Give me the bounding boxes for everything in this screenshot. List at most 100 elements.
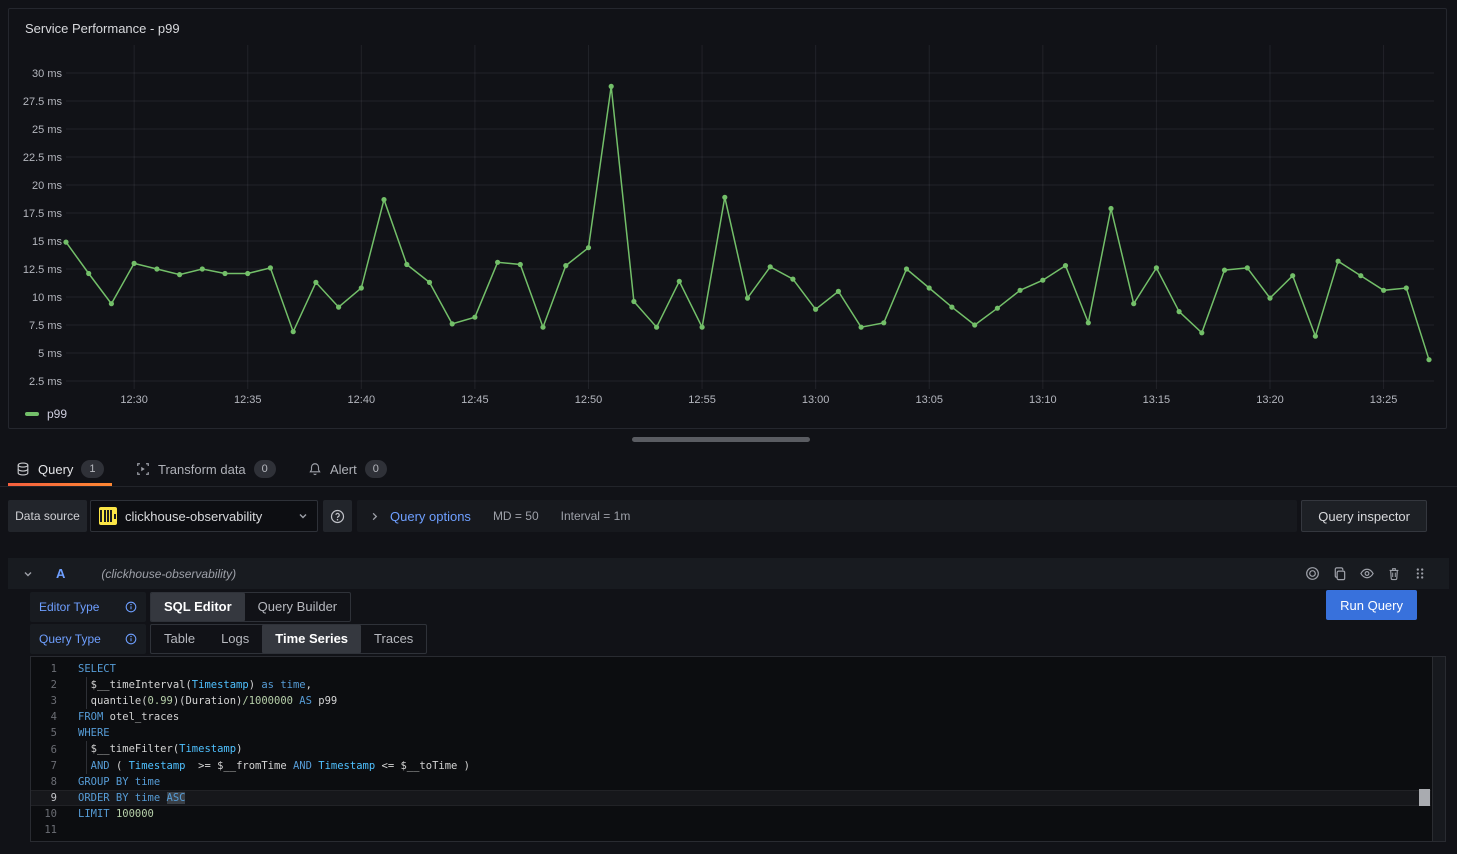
code-text: GROUP BY time — [78, 774, 1431, 790]
svg-text:5 ms: 5 ms — [38, 348, 62, 360]
line-number: 4 — [31, 711, 57, 723]
code-text: $__timeInterval(Timestamp) as time, — [78, 677, 1431, 693]
p99-series-points — [63, 84, 1431, 363]
tab-query[interactable]: Query 1 — [8, 452, 112, 486]
run-query-button[interactable]: Run Query — [1326, 590, 1417, 620]
line-number: 10 — [31, 808, 57, 820]
x-axis-labels: 12:3012:3512:4012:4512:5012:5513:0013:05… — [120, 394, 1397, 406]
code-text: SELECT — [78, 661, 1431, 677]
timeseries-chart[interactable]: 12:3012:3512:4012:4512:5012:5513:0013:05… — [9, 39, 1446, 417]
sql-editor-lines: 1 SELECT2 $__timeInterval(Timestamp) as t… — [31, 661, 1431, 838]
code-line-3[interactable]: 3 quantile(0.99)(Duration)/1000000 AS p9… — [31, 693, 1431, 709]
option-table[interactable]: Table — [151, 625, 208, 653]
drag-handle-icon[interactable] — [1413, 566, 1427, 581]
timeseries-panel: Service Performance - p99 12:3012:3512:4… — [8, 8, 1447, 429]
svg-text:2.5 ms: 2.5 ms — [29, 376, 63, 388]
editor-type-label: Editor Type — [30, 592, 146, 622]
info-circle-icon[interactable] — [125, 601, 137, 613]
code-line-10[interactable]: 10 LIMIT 100000 — [31, 806, 1431, 822]
code-line-6[interactable]: 6 $__timeFilter(Timestamp) — [31, 741, 1431, 757]
code-line-1[interactable]: 1 SELECT — [31, 661, 1431, 677]
info-circle-icon[interactable] — [125, 633, 137, 645]
code-line-7[interactable]: 7 AND ( Timestamp >= $__fromTime AND Tim… — [31, 758, 1431, 774]
option-query-builder[interactable]: Query Builder — [245, 593, 350, 621]
code-line-11[interactable]: 11 — [31, 822, 1431, 838]
clickhouse-logo-icon — [99, 507, 117, 525]
chart-gridlines — [66, 45, 1434, 389]
line-number: 6 — [31, 744, 57, 756]
line-number: 1 — [31, 663, 57, 675]
line-number: 11 — [31, 824, 57, 836]
svg-text:12.5 ms: 12.5 ms — [23, 264, 63, 276]
svg-text:12:45: 12:45 — [461, 394, 489, 406]
tab-alert[interactable]: Alert 0 — [300, 452, 395, 486]
code-text: WHERE — [78, 725, 1431, 741]
line-number: 5 — [31, 727, 57, 739]
query-type-label: Query Type — [30, 624, 146, 654]
query-datasource-hint: (clickhouse-observability) — [101, 567, 236, 581]
svg-text:12:55: 12:55 — [688, 394, 716, 406]
editor-type-radiogroup: SQL Editor Query Builder — [150, 592, 351, 622]
svg-text:13:20: 13:20 — [1256, 394, 1284, 406]
svg-text:12:35: 12:35 — [234, 394, 262, 406]
svg-text:13:05: 13:05 — [915, 394, 943, 406]
editor-scrollbar[interactable] — [1432, 657, 1445, 841]
svg-text:7.5 ms: 7.5 ms — [29, 320, 63, 332]
datasource-help-button[interactable] — [323, 500, 352, 532]
tab-count-badge: 1 — [81, 460, 103, 478]
code-line-8[interactable]: 8 GROUP BY time — [31, 774, 1431, 790]
code-line-9[interactable]: 9ORDER BY time ASC — [31, 790, 1431, 806]
code-text: LIMIT 100000 — [78, 806, 1431, 822]
active-tab-underline — [8, 483, 112, 486]
tab-transform-data[interactable]: Transform data 0 — [128, 452, 284, 486]
svg-text:13:00: 13:00 — [802, 394, 830, 406]
line-number: 3 — [31, 695, 57, 707]
panel-title: Service Performance - p99 — [25, 21, 180, 36]
legend-series-label[interactable]: p99 — [47, 407, 67, 421]
tab-count-badge: 0 — [365, 460, 387, 478]
tab-label: Transform data — [158, 462, 246, 477]
datasource-picker[interactable]: clickhouse-observability — [90, 500, 318, 532]
angle-right-icon — [369, 511, 380, 522]
horizontal-scrollbar[interactable] — [632, 437, 810, 442]
svg-text:12:50: 12:50 — [575, 394, 603, 406]
query-options-toggle[interactable]: Query options — [390, 509, 471, 524]
sql-editor[interactable]: 1 SELECT2 $__timeInterval(Timestamp) as t… — [30, 656, 1446, 842]
code-text: AND ( Timestamp >= $__fromTime AND Times… — [78, 758, 1431, 774]
tab-count-badge: 0 — [254, 460, 276, 478]
code-line-2[interactable]: 2 $__timeInterval(Timestamp) as time, — [31, 677, 1431, 693]
query-ref-id: A — [56, 566, 65, 581]
option-time-series[interactable]: Time Series — [262, 625, 361, 653]
line-number: 7 — [31, 760, 57, 772]
code-text: ORDER BY time ASC — [78, 790, 1431, 806]
svg-text:15 ms: 15 ms — [32, 236, 62, 248]
datasource-selected-value: clickhouse-observability — [125, 509, 289, 524]
code-line-4[interactable]: 4FROM otel_traces — [31, 709, 1431, 725]
delete-query-trash-icon[interactable] — [1387, 566, 1401, 581]
svg-text:22.5 ms: 22.5 ms — [23, 152, 63, 164]
option-traces[interactable]: Traces — [361, 625, 426, 653]
query-options-bar[interactable]: Query options MD = 50 Interval = 1m — [357, 500, 1297, 532]
max-data-points-value: MD = 50 — [493, 509, 539, 523]
option-sql-editor[interactable]: SQL Editor — [151, 593, 245, 621]
hide-query-eye-icon[interactable] — [1359, 566, 1375, 581]
collapse-caret-icon[interactable] — [22, 568, 34, 580]
svg-text:17.5 ms: 17.5 ms — [23, 208, 63, 220]
code-line-5[interactable]: 5 WHERE — [31, 725, 1431, 741]
transform-icon — [136, 462, 150, 476]
question-circle-icon — [330, 509, 345, 524]
svg-text:13:15: 13:15 — [1143, 394, 1171, 406]
y-axis-labels: 2.5 ms 5 ms 7.5 ms 10 ms 12.5 ms 15 ms 17.5 ms… — [23, 68, 63, 388]
line-number: 8 — [31, 776, 57, 788]
tab-label: Query — [38, 462, 73, 477]
query-inspector-button[interactable]: Query inspector — [1301, 500, 1427, 532]
option-logs[interactable]: Logs — [208, 625, 262, 653]
legend-series-color — [25, 412, 39, 416]
tab-label: Alert — [330, 462, 357, 477]
editor-tabs-bar: Query 1 Transform data 0 Alert 0 — [0, 452, 1457, 487]
svg-text:10 ms: 10 ms — [32, 292, 62, 304]
datasource-toolbar: Data source clickhouse-observability Que… — [8, 500, 1449, 532]
duplicate-query-icon[interactable] — [1332, 566, 1347, 581]
code-text: quantile(0.99)(Duration)/1000000 AS p99 — [78, 693, 1431, 709]
disable-query-icon[interactable] — [1305, 566, 1320, 581]
